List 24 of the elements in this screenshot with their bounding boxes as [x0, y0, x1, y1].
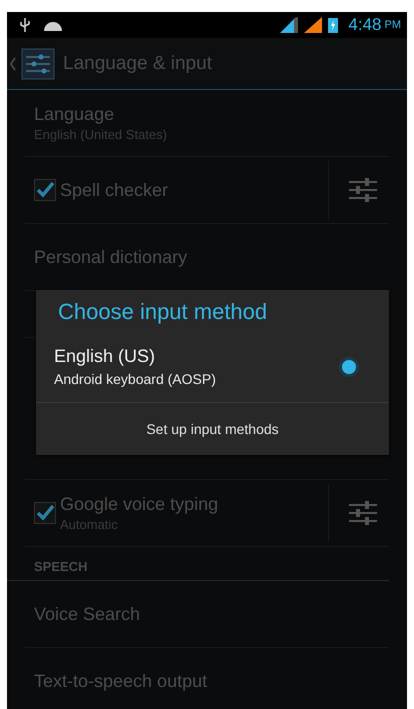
setting-title[interactable]: Language: [34, 104, 167, 125]
setting-title[interactable]: Google voice typing: [60, 494, 218, 515]
sliders-icon: [21, 48, 55, 80]
radio-button[interactable]: [339, 356, 359, 376]
screen-title: Language & input: [63, 52, 212, 74]
dialog-title: Choose input method: [57, 298, 268, 326]
setup-button[interactable]: Set up input methods: [36, 403, 389, 455]
settings-icon[interactable]: [349, 177, 377, 203]
settings-icon[interactable]: [349, 500, 377, 526]
option-title[interactable]: English (US): [54, 346, 339, 367]
section-header: SPEECH: [7, 547, 389, 581]
setting-title[interactable]: Text-to-speech output: [34, 670, 208, 692]
setting-title[interactable]: Voice Search: [34, 604, 140, 624]
battery-icon: [328, 17, 338, 33]
setting-title[interactable]: Spell checker: [60, 180, 168, 200]
signal-icon: [304, 17, 322, 33]
setting-title[interactable]: Personal dictionary: [34, 246, 188, 268]
checkbox[interactable]: [34, 502, 56, 524]
clock-am-pm: PM: [384, 19, 401, 31]
checkbox[interactable]: [34, 179, 56, 201]
usb-icon: [19, 18, 31, 32]
signal-icon: [280, 17, 298, 33]
clock-time: 4:48: [348, 15, 382, 35]
option-summary: Android keyboard (AOSP): [54, 371, 217, 387]
